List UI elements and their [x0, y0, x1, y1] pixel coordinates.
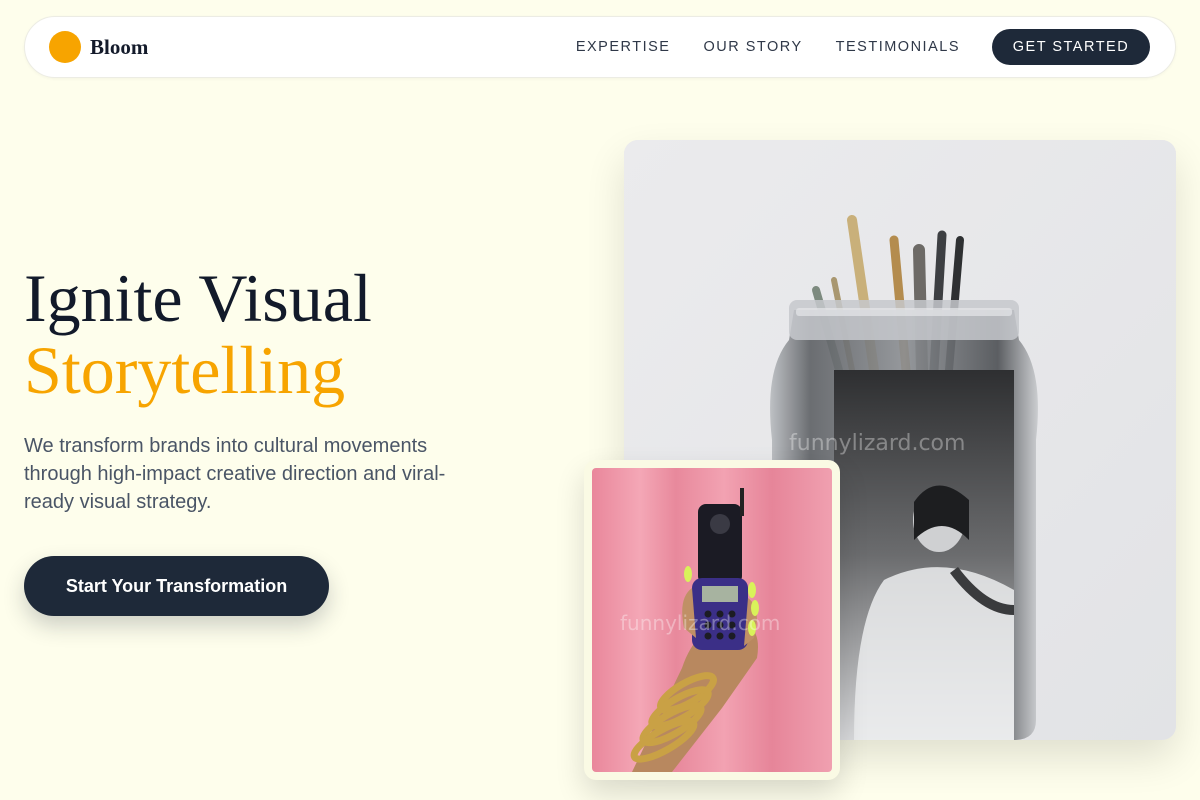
- nav-link-testimonials[interactable]: TESTIMONIALS: [836, 39, 960, 55]
- brand-name: Bloom: [90, 34, 149, 59]
- watermark-large: funnylizard.com: [789, 431, 965, 456]
- hero-title: Ignite Visual Storytelling: [24, 262, 372, 406]
- phone-illustration: funnylizard.com: [592, 468, 832, 772]
- nav-link-our-story[interactable]: OUR STORY: [703, 39, 802, 55]
- brand[interactable]: Bloom: [49, 31, 148, 63]
- navbar: Bloom EXPERTISE OUR STORY TESTIMONIALS G…: [24, 16, 1176, 78]
- nav-links: EXPERTISE OUR STORY TESTIMONIALS GET STA…: [576, 29, 1151, 65]
- hero-title-accent: Storytelling: [24, 332, 346, 408]
- start-transformation-button[interactable]: Start Your Transformation: [24, 556, 329, 616]
- watermark-small: funnylizard.com: [620, 611, 780, 635]
- get-started-button[interactable]: GET STARTED: [992, 29, 1150, 65]
- brand-logo-icon: [49, 31, 81, 63]
- nav-link-expertise[interactable]: EXPERTISE: [576, 39, 671, 55]
- hero-subtitle: We transform brands into cultural moveme…: [24, 435, 446, 513]
- hero-image-phone: funnylizard.com: [584, 460, 840, 780]
- hero-title-line1: Ignite Visual: [24, 260, 372, 336]
- phone-photo: funnylizard.com: [592, 468, 832, 772]
